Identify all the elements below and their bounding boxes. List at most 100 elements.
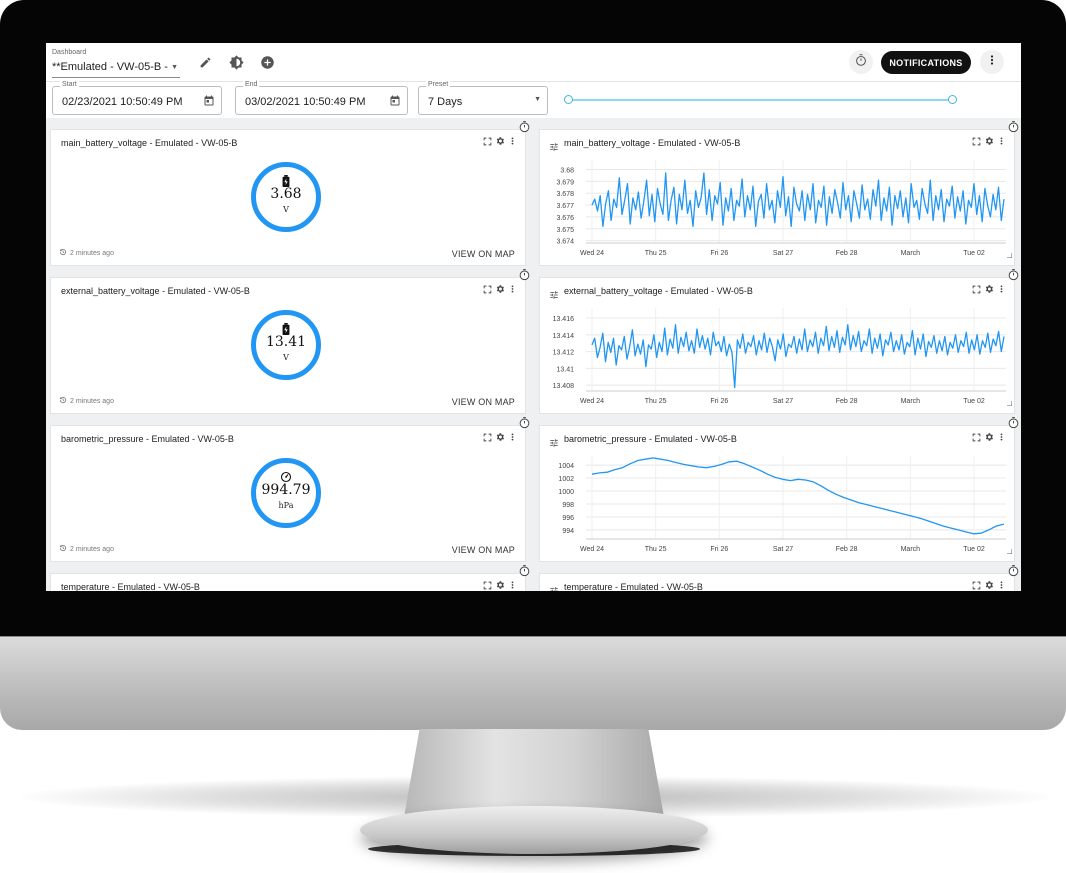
more-menu-button[interactable] [980,50,1004,74]
view-on-map-link[interactable]: VIEW ON MAP [452,249,515,259]
card-title: external_battery_voltage - Emulated - VW… [61,286,250,296]
line-chart: 3.68 3.679 3.678 3.677 3.676 3.675 3.674 Wed 24… [556,160,1006,257]
screen: Dashboard **Emulated - VW-05-B - ( ▼ NOT… [46,43,1021,591]
gear-icon[interactable] [495,136,505,146]
last-updated-text: 2 minutes ago [70,249,114,257]
add-widget-icon[interactable] [258,53,276,71]
y-tick-label: 3.678 [556,191,574,198]
time-range-slider[interactable] [564,93,957,107]
more-vert-icon[interactable] [508,580,517,590]
x-tick-label: Fri 26 [710,398,728,405]
notifications-button[interactable]: NOTIFICATIONS [881,51,971,74]
last-updated: 2 minutes ago [59,396,114,406]
y-tick-label: 13.414 [553,333,575,340]
card-title: barometric_pressure - Emulated - VW-05-B [61,434,234,444]
value-gauge: 13.41 V [251,310,321,380]
history-icon [59,248,67,258]
edit-icon[interactable] [196,53,214,71]
timer-icon[interactable] [1007,416,1020,429]
gauge-unit: V [283,353,289,362]
last-updated-text: 2 minutes ago [70,545,114,553]
end-date-value: 03/02/2021 10:50:49 PM [245,96,366,108]
timer-icon[interactable] [518,416,531,429]
tune-icon[interactable] [549,583,559,591]
gear-icon[interactable] [495,284,505,294]
chart-card: main_battery_voltage - Emulated - VW-05-… [539,129,1015,266]
start-date-value: 02/23/2021 10:50:49 PM [62,96,183,108]
dashboard-select[interactable]: Dashboard **Emulated - VW-05-B - ( ▼ [52,48,180,78]
card-title: temperature - Emulated - VW-05-B [564,582,703,591]
preset-select[interactable]: Preset 7 Days ▼ [418,81,548,115]
y-tick-label: 3.68 [560,167,574,174]
more-vert-icon[interactable] [508,136,517,146]
y-tick-label: 3.677 [556,203,574,210]
start-date-field[interactable]: Start 02/23/2021 10:50:49 PM [52,81,222,115]
dashboard-select-label: Dashboard [52,49,87,56]
x-tick-label: Sat 27 [773,546,793,553]
date-range-bar: Start 02/23/2021 10:50:49 PM End 03/02/2… [46,81,1021,118]
chart-card: external_battery_voltage - Emulated - VW… [539,277,1015,414]
timer-icon[interactable] [518,268,531,281]
view-on-map-link[interactable]: VIEW ON MAP [452,397,515,407]
gear-icon[interactable] [984,580,994,590]
timer-icon[interactable] [518,120,531,133]
timer-icon[interactable] [518,564,531,577]
x-tick-label: Wed 24 [580,250,604,257]
gauge-card: main_battery_voltage - Emulated - VW-05-… [50,129,526,266]
x-tick-label: Feb 28 [836,398,858,405]
refresh-timer-button[interactable] [849,50,873,74]
x-tick-label: Tue 02 [963,250,985,257]
gear-icon[interactable] [495,432,505,442]
fullscreen-icon[interactable] [483,137,492,146]
view-on-map-link[interactable]: VIEW ON MAP [452,545,515,555]
calendar-icon[interactable] [203,94,215,112]
y-tick-label: 13.408 [553,383,575,390]
monitor-stand-neck [404,729,664,817]
line-chart: 1004 1002 1000 998 996 994 Wed 24 Thu 25 Fri 26 S… [558,456,1006,553]
x-tick-label: March [901,398,921,405]
chevron-down-icon: ▼ [534,96,541,103]
calendar-icon[interactable] [389,94,401,112]
card-toolbar [483,432,517,442]
range-slider-start-handle[interactable] [564,95,573,104]
history-icon [59,396,67,406]
timer-icon[interactable] [1007,564,1020,577]
preset-value: 7 Days [428,96,463,108]
more-vert-icon[interactable] [508,284,517,294]
x-tick-label: Sat 27 [773,250,793,257]
y-tick-label: 996 [562,515,574,522]
y-tick-label: 3.674 [556,239,574,246]
brightness-icon[interactable] [227,53,245,71]
x-tick-label: Wed 24 [580,546,604,553]
chart-card: barometric_pressure - Emulated - VW-05-B… [539,425,1015,562]
timer-icon[interactable] [1007,268,1020,281]
value-gauge: 994.79 hPa [251,458,321,528]
last-updated: 2 minutes ago [59,544,114,554]
x-tick-label: Tue 02 [963,546,985,553]
fullscreen-icon[interactable] [483,581,492,590]
gauge-card: barometric_pressure - Emulated - VW-05-B… [50,425,526,562]
more-vert-icon[interactable] [997,580,1006,590]
x-tick-label: Wed 24 [580,398,604,405]
y-tick-label: 1004 [558,463,574,470]
monitor-base [360,806,708,854]
y-tick-label: 3.675 [556,227,574,234]
timer-icon[interactable] [1007,120,1020,133]
start-date-label: Start [60,81,79,88]
gear-icon[interactable] [495,580,505,590]
fullscreen-icon[interactable] [483,285,492,294]
line-chart: 13.416 13.414 13.412 13.41 13.408 Wed 24 Thu 2… [553,308,1006,405]
timer-icon [854,53,868,72]
fullscreen-icon[interactable] [483,433,492,442]
y-tick-label: 13.416 [553,316,575,323]
card-toolbar [483,136,517,146]
end-date-label: End [243,81,260,88]
range-slider-end-handle[interactable] [948,95,957,104]
y-tick-label: 3.676 [556,215,574,222]
chart-card: temperature - Emulated - VW-05-B [539,573,1015,591]
gauge-value: 13.41 [265,334,307,350]
more-vert-icon[interactable] [508,432,517,442]
fullscreen-icon[interactable] [972,581,981,590]
card-toolbar [972,580,1006,590]
end-date-field[interactable]: End 03/02/2021 10:50:49 PM [235,81,408,115]
